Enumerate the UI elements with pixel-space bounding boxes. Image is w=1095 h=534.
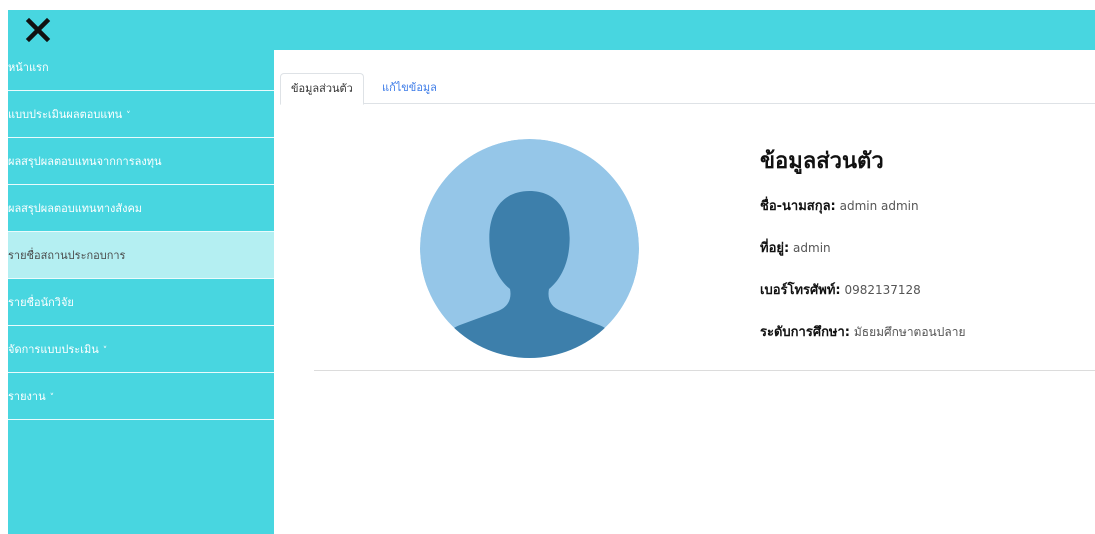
- education-label: ระดับการศึกษา:: [760, 325, 851, 340]
- divider: [314, 370, 1095, 371]
- education-value: มัธยมศึกษาตอนปลาย: [853, 325, 966, 339]
- address-label: ที่อยู่:: [760, 241, 790, 256]
- chevron-down-icon: ˅: [102, 346, 108, 356]
- sidebar-item-label: รายงาน: [8, 390, 46, 403]
- profile-phone-row: เบอร์โทรศัพท์: 0982137128: [760, 279, 921, 300]
- sidebar-item-establishments[interactable]: รายชื่อสถานประกอบการ: [8, 232, 274, 279]
- tab-edit-profile[interactable]: แก้ไขข้อมูล: [372, 73, 447, 104]
- sidebar-item-label: แบบประเมินผลตอบแทน: [8, 108, 123, 121]
- user-silhouette-icon: [420, 139, 639, 358]
- top-bar: [8, 10, 1095, 50]
- name-value: admin admin: [839, 199, 919, 213]
- address-value: admin: [793, 241, 831, 255]
- profile-name-row: ชื่อ-นามสกุล: admin admin: [760, 195, 919, 216]
- profile-education-row: ระดับการศึกษา: มัธยมศึกษาตอนปลาย: [760, 321, 966, 342]
- sidebar-item-label: จัดการแบบประเมิน: [8, 343, 99, 356]
- avatar: [420, 139, 639, 358]
- sidebar-item-social-summary[interactable]: ผลสรุปผลตอบแทนทางสังคม: [8, 185, 274, 232]
- sidebar-item-label: รายชื่อสถานประกอบการ: [8, 249, 126, 262]
- profile-title: ข้อมูลส่วนตัว: [760, 149, 884, 174]
- phone-value: 0982137128: [844, 283, 921, 297]
- phone-label: เบอร์โทรศัพท์:: [760, 283, 841, 298]
- sidebar-item-label: รายชื่อนักวิจัย: [8, 296, 74, 309]
- chevron-down-icon: ˅: [49, 393, 55, 403]
- profile-address-row: ที่อยู่: admin: [760, 237, 831, 258]
- sidebar-item-label: ผลสรุปผลตอบแทนทางสังคม: [8, 202, 143, 215]
- tab-profile[interactable]: ข้อมูลส่วนตัว: [280, 73, 364, 105]
- sidebar-item-label: หน้าแรก: [8, 61, 49, 74]
- sidebar: หน้าแรก แบบประเมินผลตอบแทน ˅ ผลสรุปผลตอบแ…: [8, 50, 274, 534]
- name-label: ชื่อ-นามสกุล:: [760, 199, 836, 214]
- sidebar-item-roi-summary[interactable]: ผลสรุปผลตอบแทนจากการลงทุน: [8, 138, 274, 185]
- profile-tabs: ข้อมูลส่วนตัว แก้ไขข้อมูล: [280, 73, 1095, 105]
- sidebar-item-manage-assessment[interactable]: จัดการแบบประเมิน ˅: [8, 326, 274, 373]
- close-icon[interactable]: [24, 16, 52, 44]
- sidebar-item-assessment[interactable]: แบบประเมินผลตอบแทน ˅: [8, 91, 274, 138]
- chevron-down-icon: ˅: [126, 111, 131, 121]
- sidebar-item-reports[interactable]: รายงาน ˅: [8, 373, 274, 420]
- sidebar-item-home[interactable]: หน้าแรก: [8, 50, 274, 91]
- sidebar-item-label: ผลสรุปผลตอบแทนจากการลงทุน: [8, 155, 162, 168]
- sidebar-item-researchers[interactable]: รายชื่อนักวิจัย: [8, 279, 274, 326]
